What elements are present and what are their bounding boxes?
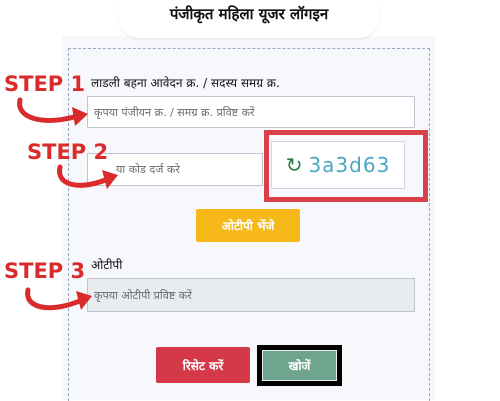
- registration-number-input[interactable]: कृपया पंजीयन क्र. / समग्र क्र. प्रविष्ट …: [87, 96, 415, 128]
- id-field-label: लाडली बहना आवेदन क्र. / सदस्य समग्र क्र.: [91, 76, 280, 90]
- otp-input[interactable]: कृपया ओटीपी प्रविष्ट करें: [87, 278, 415, 312]
- step-2-arrow-icon: [57, 164, 118, 189]
- otp-input-placeholder: कृपया ओटीपी प्रविष्ट करें: [94, 288, 192, 302]
- step-1-arrow-icon: [17, 97, 88, 126]
- captcha-highlight-frame: [264, 130, 428, 202]
- send-otp-button[interactable]: ओटीपी भेंजे: [196, 209, 300, 242]
- search-button[interactable]: खोजें: [262, 350, 337, 381]
- step-3-label: STEP 3: [4, 259, 86, 283]
- otp-field-label: ओटीपी: [91, 258, 123, 272]
- page-title: पंजीकृत महिला यूजर लॉगइन: [169, 5, 329, 23]
- registration-number-placeholder: कृपया पंजीयन क्र. / समग्र क्र. प्रविष्ट …: [94, 105, 255, 119]
- step-3-arrow-icon: [25, 287, 92, 311]
- step-1-label: STEP 1: [4, 72, 86, 96]
- step-2-label: STEP 2: [27, 140, 109, 164]
- reset-button[interactable]: रिसेट करें: [156, 347, 250, 383]
